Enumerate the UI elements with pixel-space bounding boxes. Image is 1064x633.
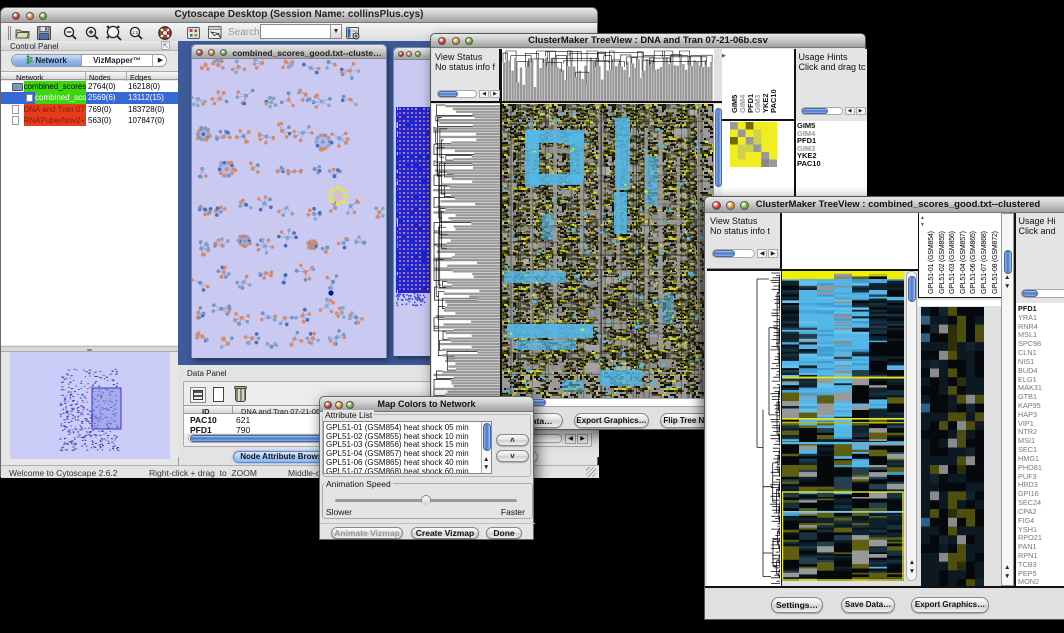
svg-text:1:1: 1:1 <box>132 30 139 35</box>
